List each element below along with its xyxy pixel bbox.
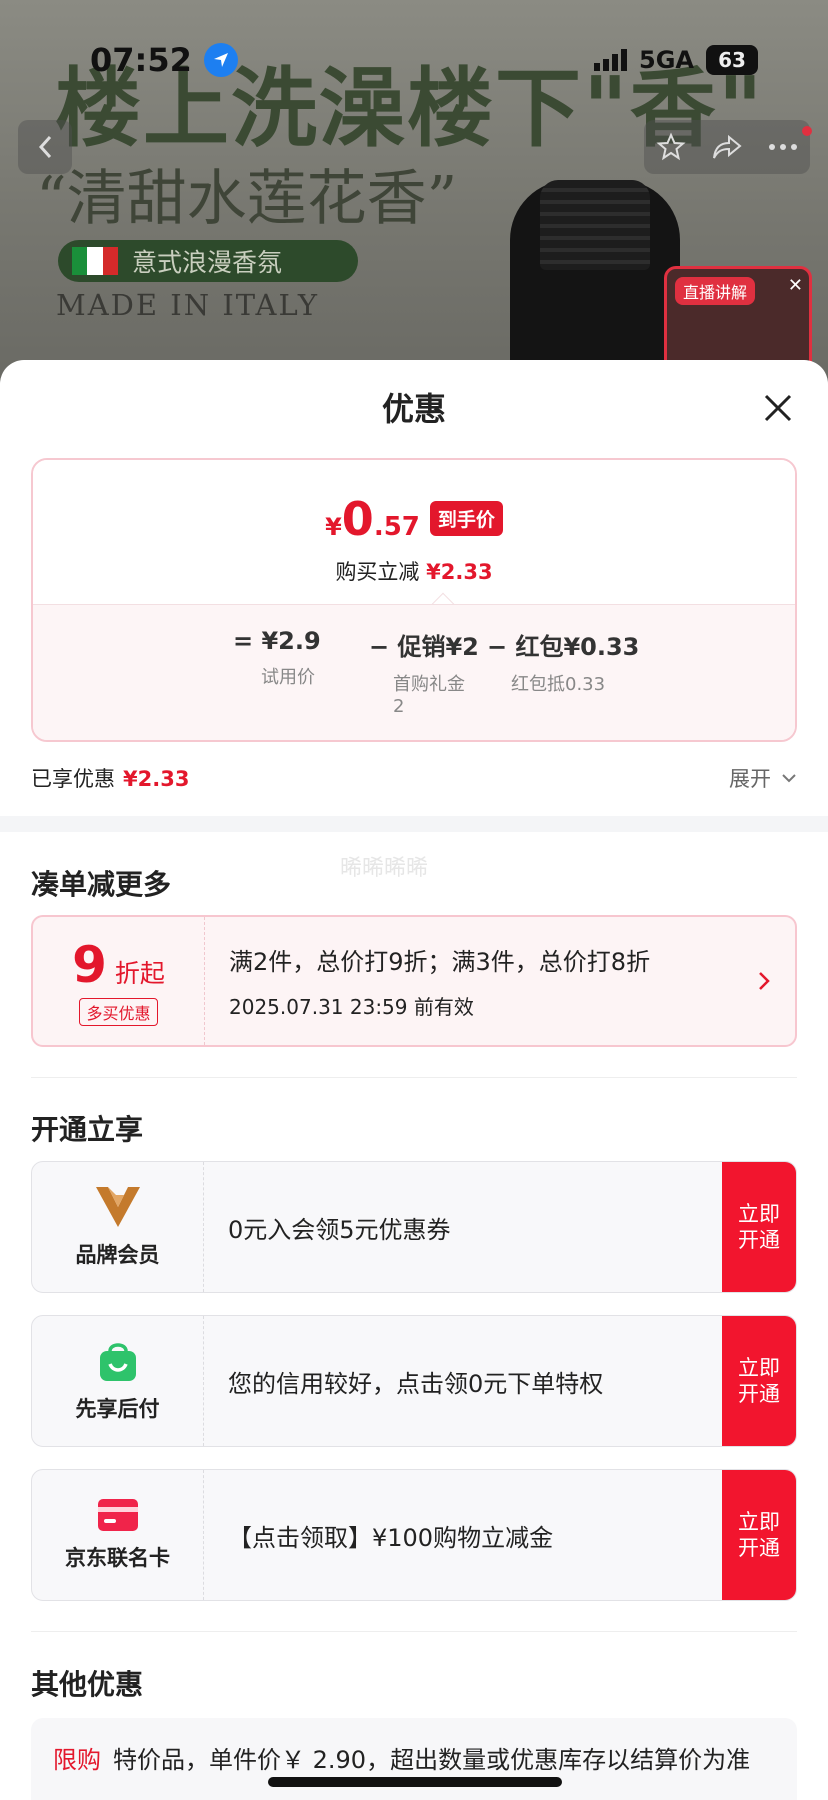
reduce-label: 购买立减 [335,560,420,584]
close-icon[interactable] [760,390,796,426]
price-currency: ¥ [325,513,342,541]
pay-later-desc: 您的信用较好，点击领0元下单特权 [228,1369,604,1398]
signal-icon [594,49,628,71]
formula-promo-value: − 促销¥2 [369,633,479,661]
star-icon[interactable] [656,132,686,162]
expand-label: 展开 [729,767,771,791]
notification-dot [802,126,812,136]
home-indicator[interactable] [268,1777,562,1787]
status-time: 07:52 [90,41,238,79]
bundle-details: 满2件，总价打9折；满3件，总价打8折 2025.07.31 23:59 前有效 [205,917,733,1045]
brand-member-icon [95,1187,140,1227]
pay-later-card: 先享后付 您的信用较好，点击领0元下单特权 立即开通 [31,1315,797,1447]
bundle-arrow [733,917,795,1045]
final-price-card: ¥ 0 .57 到手价 购买立减 ¥2.33 = ¥2.9 试用价 − 促销¥2… [31,458,797,742]
co-brand-name: 京东联名卡 [65,1546,170,1570]
brand-member-open-button[interactable]: 立即开通 [722,1162,796,1292]
hero-pill: 意式浪漫香氛 [58,240,358,282]
co-brand-open-button[interactable]: 立即开通 [722,1470,796,1600]
open-section-title: 开通立享 [31,1113,144,1146]
share-icon[interactable] [711,133,743,161]
time-text: 07:52 [90,41,192,79]
divider [31,1077,797,1078]
pay-later-name: 先享后付 [75,1397,160,1421]
formula-promo: − 促销¥2 首购礼金2 [369,627,479,718]
sheet-title: 优惠 [381,390,446,428]
pay-later-open-button[interactable]: 立即开通 [722,1316,796,1446]
reduce-line: 购买立减 ¥2.33 [33,556,795,586]
expand-button[interactable]: 展开 [729,763,797,793]
other-discount-text: 特价品，单件价￥ 2.90，超出数量或优惠库存以结算价为准 [113,1746,751,1774]
bundle-discount-value: 9 [72,936,107,994]
formula-promo-label: 首购礼金2 [393,674,465,717]
live-badge: 直播讲解 [675,277,756,305]
co-brand-card: 京东联名卡 【点击领取】¥100购物立减金 立即开通 [31,1469,797,1601]
bottle-cap-image [540,180,650,270]
bundle-discount-badge: 9 折起 多买优惠 [33,917,205,1045]
formula-base-label: 试用价 [261,667,315,688]
pay-later-bag-icon [99,1343,136,1381]
pay-later-badge: 先享后付 [32,1316,204,1446]
co-brand-desc: 【点击领取】¥100购物立减金 [228,1523,554,1552]
price-integer: 0 [341,492,374,546]
price-line: ¥ 0 .57 到手价 [33,492,795,546]
final-price-tag: 到手价 [429,501,503,536]
close-icon[interactable]: ✕ [788,275,803,296]
brand-member-name: 品牌会员 [75,1243,160,1267]
reduce-value: ¥2.33 [426,560,493,584]
divider [31,1631,797,1632]
limit-tag: 限购 [53,1746,101,1774]
formula-base-value: = ¥2.9 [233,627,321,655]
formula-redpacket: − 红包¥0.33 红包抵0.33 [487,627,639,696]
watermark-text: 晞晞晞晞 [340,856,429,881]
battery-icon: 63 [706,45,758,75]
chevron-right-icon [759,972,770,990]
chevron-left-icon [38,135,52,159]
formula-redpacket-value: − 红包¥0.33 [487,633,640,661]
bundle-tag: 多买优惠 [79,998,158,1026]
bundle-discount-card[interactable]: 9 折起 多买优惠 满2件，总价打9折；满3件，总价打8折 2025.07.31… [31,915,797,1047]
other-section-title: 其他优惠 [31,1668,144,1701]
hero-made-in: MADE IN ITALY [56,288,320,322]
system-icons: 5GA 63 [594,45,758,75]
section-divider [0,816,828,832]
hero-pill-text: 意式浪漫香氛 [132,248,283,277]
final-price: ¥ 0 .57 [325,492,420,546]
chevron-down-icon [782,774,796,783]
credit-card-icon [97,1499,138,1531]
discount-sheet: 优惠 ¥ 0 .57 到手价 购买立减 ¥2.33 = ¥2.9 试用价 − 促… [0,360,828,1800]
top-actions [644,120,812,174]
formula-base: = ¥2.9 试用价 [233,627,333,689]
more-icon[interactable] [768,143,798,151]
brand-member-badge: 品牌会员 [32,1162,204,1292]
bundle-section-title: 凑单减更多 [31,868,172,901]
sheet-header: 优惠 [0,360,828,454]
brand-member-card: 品牌会员 0元入会领5元优惠券 立即开通 [31,1161,797,1293]
formula-redpacket-label: 红包抵0.33 [511,674,606,695]
bundle-discount-unit: 折起 [114,959,165,988]
italy-flag-icon [72,247,118,275]
co-brand-badge: 京东联名卡 [32,1470,204,1600]
back-button[interactable] [18,120,72,174]
price-decimal: .57 [373,512,420,542]
other-discount-item: 限购 特价品，单件价￥ 2.90，超出数量或优惠库存以结算价为准 [31,1718,797,1800]
bundle-discount: 9 折起 [72,936,165,994]
hero-subtitle: “清甜水莲花香” [36,164,458,234]
location-arrow-icon [203,43,238,77]
bundle-validity: 2025.07.31 23:59 前有效 [229,995,474,1019]
bundle-rule: 满2件，总价打9折；满3件，总价打8折 [229,948,651,976]
network-label: 5GA [639,46,694,74]
enjoyed-discount: 已享优惠 ¥2.33 [31,763,189,793]
enjoyed-value: ¥2.33 [123,767,190,791]
enjoyed-discount-row: 已享优惠 ¥2.33 展开 [31,760,797,796]
price-summary: ¥ 0 .57 到手价 购买立减 ¥2.33 [33,460,795,604]
status-bar: 07:52 5GA 63 [0,40,828,80]
price-formula: = ¥2.9 试用价 − 促销¥2 首购礼金2 − 红包¥0.33 红包抵0.3… [33,604,795,740]
enjoyed-label: 已享优惠 [31,767,115,791]
brand-member-desc: 0元入会领5元优惠券 [228,1215,451,1244]
